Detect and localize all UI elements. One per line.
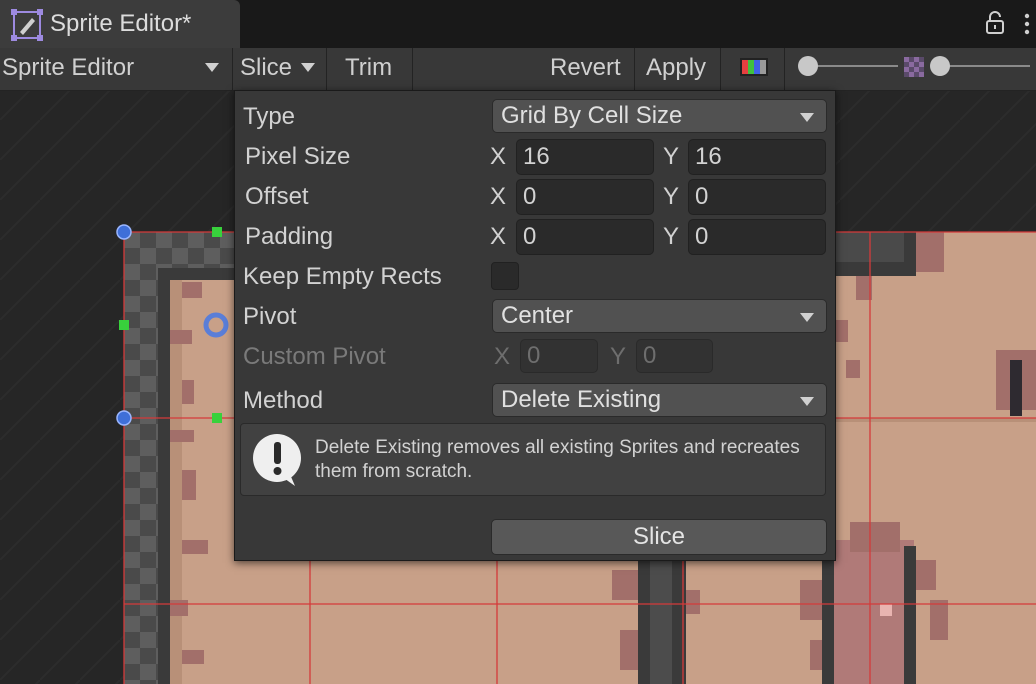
type-dropdown[interactable]: Grid By Cell Size — [492, 99, 827, 133]
pivot-dropdown-value: Center — [501, 302, 574, 329]
separator — [784, 48, 785, 90]
more-menu-icon[interactable] — [1022, 12, 1032, 36]
custom-pivot-x-input: 0 — [520, 339, 598, 373]
mip-level-icon — [904, 57, 924, 77]
pivot-dropdown[interactable]: Center — [492, 299, 827, 333]
method-dropdown[interactable]: Delete Existing — [492, 383, 827, 417]
pivot-label: Pivot — [243, 303, 297, 330]
keep-empty-rects-label: Keep Empty Rects — [243, 263, 442, 290]
custom-pivot-x-label: X — [494, 343, 511, 370]
help-box: Delete Existing removes all existing Spr… — [240, 423, 826, 496]
pixel-size-y-label: Y — [663, 143, 680, 170]
slice-button[interactable]: Slice — [491, 519, 827, 555]
separator — [326, 48, 327, 90]
sprite-editor-icon — [11, 9, 43, 41]
type-label: Type — [243, 103, 296, 130]
lock-icon[interactable] — [984, 10, 1006, 36]
separator — [720, 48, 721, 90]
method-label: Method — [243, 387, 324, 414]
custom-pivot-y-label: Y — [610, 343, 627, 370]
keep-empty-rects-checkbox[interactable] — [491, 262, 519, 290]
padding-label: Padding — [245, 223, 334, 250]
help-text: Delete Existing removes all existing Spr… — [315, 437, 800, 482]
offset-x-input[interactable]: 0 — [516, 179, 654, 215]
offset-y-label: Y — [663, 183, 680, 210]
corner-handle[interactable] — [116, 224, 132, 240]
edge-handle[interactable] — [212, 413, 222, 423]
pixel-size-y-input[interactable]: 16 — [688, 139, 826, 175]
trim-button[interactable]: Trim — [345, 54, 392, 82]
toolbar — [0, 48, 1036, 91]
padding-y-input[interactable]: 0 — [688, 219, 826, 255]
separator — [232, 48, 233, 90]
mode-dropdown-label[interactable]: Sprite Editor — [2, 54, 134, 82]
pixel-size-x-label: X — [490, 143, 507, 170]
custom-pivot-label: Custom Pivot — [243, 343, 386, 370]
corner-handle[interactable] — [116, 410, 132, 426]
edge-handle[interactable] — [212, 227, 222, 237]
tab-title: Sprite Editor* — [50, 10, 192, 37]
zoom-slider-handle[interactable] — [798, 56, 818, 76]
slice-dropdown-arrow-icon[interactable] — [301, 63, 315, 72]
apply-button[interactable]: Apply — [646, 54, 706, 82]
separator — [412, 48, 413, 90]
slice-menu-button[interactable]: Slice — [240, 54, 292, 82]
offset-y-input[interactable]: 0 — [688, 179, 826, 215]
chevron-down-icon — [800, 397, 814, 406]
color-channel-icon[interactable] — [740, 58, 768, 76]
mip-slider[interactable] — [938, 65, 1030, 67]
mode-dropdown-arrow-icon[interactable] — [205, 63, 219, 72]
padding-x-input[interactable]: 0 — [516, 219, 654, 255]
revert-button[interactable]: Revert — [550, 54, 621, 82]
padding-y-label: Y — [663, 223, 680, 250]
chevron-down-icon — [800, 313, 814, 322]
chevron-down-icon — [800, 113, 814, 122]
mip-slider-handle[interactable] — [930, 56, 950, 76]
pixel-size-label: Pixel Size — [245, 143, 351, 170]
warning-icon — [253, 434, 301, 486]
offset-x-label: X — [490, 183, 507, 210]
separator — [634, 48, 635, 90]
type-dropdown-value: Grid By Cell Size — [501, 102, 683, 129]
padding-x-label: X — [490, 223, 507, 250]
offset-label: Offset — [245, 183, 309, 210]
custom-pivot-y-input: 0 — [636, 339, 713, 373]
edge-handle[interactable] — [119, 320, 129, 330]
pixel-size-x-input[interactable]: 16 — [516, 139, 654, 175]
method-dropdown-value: Delete Existing — [501, 386, 662, 413]
zoom-slider[interactable] — [806, 65, 898, 67]
